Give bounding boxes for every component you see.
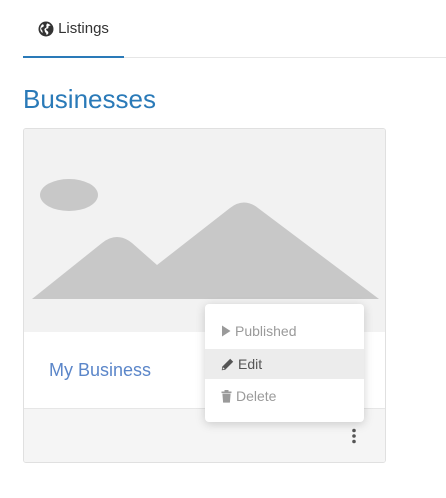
business-title-link[interactable]: My Business bbox=[49, 360, 151, 381]
menu-item-published[interactable]: Published bbox=[205, 316, 364, 346]
page-title: Businesses bbox=[23, 84, 156, 114]
image-placeholder bbox=[24, 129, 385, 332]
menu-item-label: Edit bbox=[238, 356, 263, 372]
tab-bar: Listings bbox=[23, 0, 446, 58]
placeholder-image-icon bbox=[32, 179, 379, 299]
menu-item-edit[interactable]: Edit bbox=[205, 349, 364, 379]
play-icon bbox=[221, 325, 231, 337]
tab-listings[interactable]: Listings bbox=[23, 0, 124, 58]
card-options-menu: Published Edit Delete bbox=[205, 304, 364, 422]
menu-item-label: Published bbox=[235, 323, 297, 339]
menu-item-delete[interactable]: Delete bbox=[205, 381, 364, 411]
more-options-icon[interactable] bbox=[346, 424, 362, 448]
menu-item-label: Delete bbox=[236, 388, 277, 404]
globe-icon bbox=[38, 21, 54, 37]
pencil-icon bbox=[221, 358, 234, 371]
tab-label: Listings bbox=[58, 20, 109, 37]
active-tab-indicator bbox=[23, 56, 124, 58]
trash-icon bbox=[221, 389, 232, 403]
